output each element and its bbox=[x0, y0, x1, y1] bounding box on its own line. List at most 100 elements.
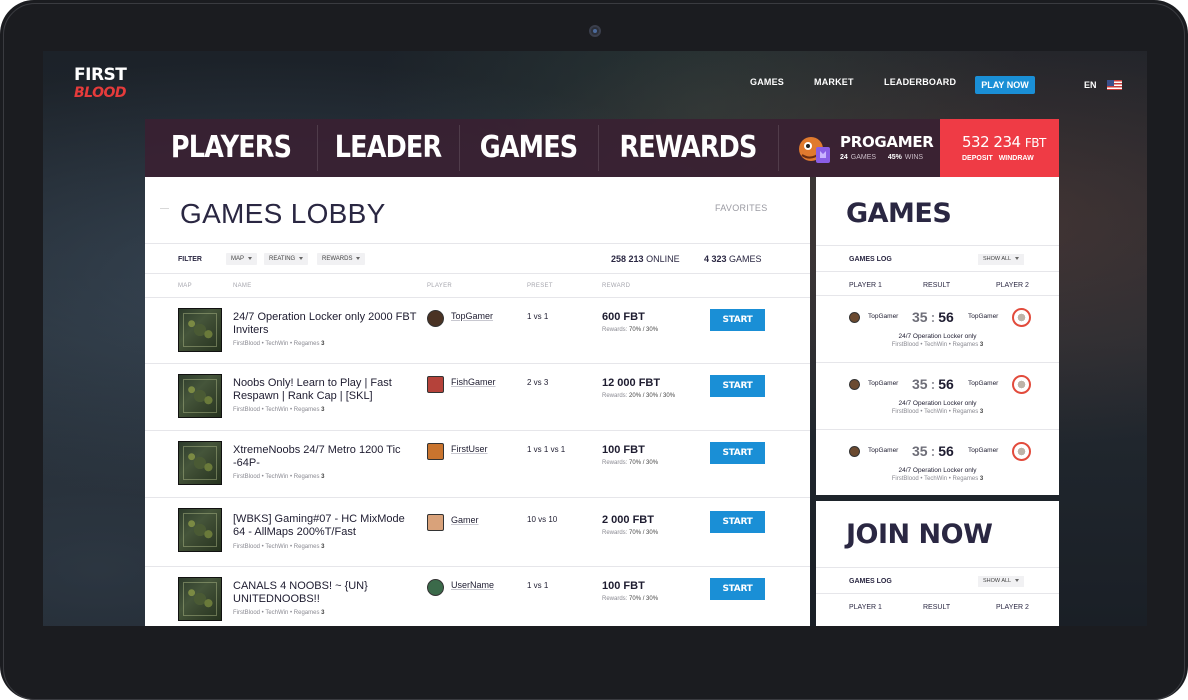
game-name[interactable]: XtremeNoobs 24/7 Metro 1200 Tic -64P- bbox=[233, 444, 418, 470]
player1-name[interactable]: TopGamer bbox=[868, 380, 898, 387]
player2-name[interactable]: TopGamer bbox=[968, 380, 998, 387]
nav-games[interactable]: GAMES bbox=[750, 77, 784, 95]
rewards-label: Rewards: bbox=[602, 460, 628, 466]
game-name[interactable]: 24/7 Operation Locker only 2000 FBT Invi… bbox=[233, 311, 418, 337]
online-count-value: 258 213 bbox=[611, 254, 644, 264]
player-name[interactable]: TopGamer bbox=[451, 311, 493, 321]
title-dash bbox=[160, 208, 169, 209]
player-name[interactable]: UserName bbox=[451, 580, 494, 590]
filter-map-label: MAP bbox=[231, 256, 245, 262]
screen: FIRST BLOOD GAMES MARKET LEADERBOARD PLA… bbox=[43, 51, 1147, 626]
regames-count: 3 bbox=[321, 474, 325, 480]
log-game-meta: FirstBlood • TechWin • Regames 3 bbox=[816, 342, 1059, 348]
withdraw-link[interactable]: WINDRAW bbox=[999, 155, 1034, 162]
filter-map-dropdown[interactable]: MAP bbox=[226, 253, 258, 265]
join-header-player1: PLAYER 1 bbox=[849, 604, 882, 611]
table-row[interactable]: [WBKS] Gaming#07 - HC MixMode 64 - AllMa… bbox=[145, 498, 810, 567]
balance-amount: 532 234 FBT bbox=[962, 133, 1046, 151]
progamer-name[interactable]: PROGAMER bbox=[840, 133, 934, 151]
game-name[interactable]: CANALS 4 NOOBS! ~ {UN} UNITEDNOOBS!! bbox=[233, 580, 418, 606]
header-player1: PLAYER 1 bbox=[849, 282, 882, 289]
game-name[interactable]: Noobs Only! Learn to Play | Fast Respawn… bbox=[233, 377, 418, 403]
tab-rewards[interactable]: REWARDS bbox=[612, 119, 765, 177]
play-now-button[interactable]: PLAY NOW bbox=[975, 76, 1035, 94]
reward-amount: 100 FBT bbox=[602, 580, 645, 592]
player-avatar bbox=[427, 376, 444, 393]
us-flag-icon[interactable] bbox=[1107, 80, 1122, 90]
start-play-button[interactable]: START PLAY bbox=[710, 375, 765, 413]
band-divider bbox=[459, 125, 460, 171]
tab-players[interactable]: PLAYERS bbox=[158, 119, 304, 177]
deposit-link[interactable]: DEPOSIT bbox=[962, 155, 993, 162]
map-thumbnail bbox=[178, 508, 222, 552]
game-name[interactable]: [WBKS] Gaming#07 - HC MixMode 64 - AllMa… bbox=[233, 513, 418, 539]
log-game-name[interactable]: 24/7 Operation Locker only bbox=[816, 400, 1059, 407]
section-band: PLAYERS LEADER GAMES REWARDS PROGAMER 24… bbox=[145, 119, 1059, 177]
join-log-label: GAMES LOG bbox=[849, 578, 892, 585]
filter-rewards-dropdown[interactable]: REWARDS bbox=[317, 253, 366, 265]
player1-name[interactable]: TopGamer bbox=[868, 313, 898, 320]
band-divider bbox=[598, 125, 599, 171]
log-regames-count: 3 bbox=[979, 476, 984, 482]
game-meta: FirstBlood • TechWin • Regames 3 bbox=[233, 474, 324, 480]
score-player1: 35 bbox=[912, 376, 928, 392]
rewards-label: Rewards: bbox=[602, 530, 628, 536]
table-row[interactable]: XtremeNoobs 24/7 Metro 1200 Tic -64P- Fi… bbox=[145, 431, 810, 498]
table-row[interactable]: CANALS 4 NOOBS! ~ {UN} UNITEDNOOBS!! Fir… bbox=[145, 567, 810, 626]
table-row[interactable]: Noobs Only! Learn to Play | Fast Respawn… bbox=[145, 364, 810, 431]
start-play-button[interactable]: START PLAY bbox=[710, 309, 765, 347]
player-name[interactable]: FirstUser bbox=[451, 444, 488, 454]
player2-name[interactable]: TopGamer bbox=[968, 313, 998, 320]
favorites-link[interactable]: FAVORITES bbox=[715, 203, 768, 213]
page-title: GAMES LOBBY bbox=[180, 198, 386, 229]
games-log-entry[interactable]: TopGamer 35:56 TopGamer 24/7 Operation L… bbox=[816, 295, 1059, 362]
online-count-label: ONLINE bbox=[646, 254, 680, 264]
nav-games-label[interactable]: GAMES bbox=[750, 77, 784, 87]
log-game-name[interactable]: 24/7 Operation Locker only bbox=[816, 467, 1059, 474]
start-play-button[interactable]: START PLAY bbox=[710, 511, 765, 549]
nav-leaderboard[interactable]: LEADERBOARD bbox=[884, 77, 956, 95]
player-name[interactable]: Gamer bbox=[451, 515, 479, 525]
firstblood-logo[interactable]: FIRST BLOOD bbox=[74, 67, 127, 111]
game-meta-text: FirstBlood • TechWin • Regames bbox=[233, 544, 320, 550]
join-now-title[interactable]: JOIN NOW bbox=[846, 519, 993, 550]
nav-market-label[interactable]: MARKET bbox=[814, 77, 854, 87]
player1-avatar bbox=[849, 446, 860, 457]
player-name[interactable]: FishGamer bbox=[451, 377, 496, 387]
game-meta: FirstBlood • TechWin • Regames 3 bbox=[233, 544, 324, 550]
language-selector[interactable]: EN bbox=[1084, 80, 1097, 90]
tab-leader[interactable]: LEADER bbox=[328, 119, 449, 177]
filter-rating-dropdown[interactable]: REATING bbox=[264, 253, 309, 265]
player1-avatar bbox=[849, 312, 860, 323]
caret-down-icon bbox=[248, 256, 253, 260]
game-meta-text: FirstBlood • TechWin • Regames bbox=[233, 610, 320, 616]
col-reward: REWARD bbox=[602, 283, 631, 289]
regames-count: 3 bbox=[321, 341, 325, 347]
player2-name[interactable]: TopGamer bbox=[968, 447, 998, 454]
games-lobby-panel: GAMES LOBBY FAVORITES FILTER MAP REATING… bbox=[145, 177, 810, 626]
show-all-dropdown[interactable]: SHOW ALL bbox=[978, 254, 1025, 265]
rewards-label: Rewards: bbox=[602, 596, 628, 602]
header-result: RESULT bbox=[923, 282, 951, 289]
nav-market[interactable]: MARKET bbox=[814, 77, 854, 95]
reward-amount: 100 FBT bbox=[602, 444, 645, 456]
caret-down-icon bbox=[1015, 257, 1020, 261]
rewards-split-value: 70% / 30% bbox=[629, 596, 659, 602]
player-avatar bbox=[427, 579, 444, 596]
player1-name[interactable]: TopGamer bbox=[868, 447, 898, 454]
tab-games[interactable]: GAMES bbox=[469, 119, 587, 177]
start-play-button[interactable]: START PLAY bbox=[710, 578, 765, 616]
games-log-entry[interactable]: TopGamer 35:56 TopGamer 24/7 Operation L… bbox=[816, 429, 1059, 496]
preset: 10 vs 10 bbox=[527, 515, 558, 524]
preset: 1 vs 1 vs 1 bbox=[527, 445, 566, 454]
caret-down-icon bbox=[1015, 579, 1020, 583]
table-row[interactable]: 24/7 Operation Locker only 2000 FBT Invi… bbox=[145, 297, 810, 364]
log-game-name[interactable]: 24/7 Operation Locker only bbox=[816, 333, 1059, 340]
progamer-avatar-icon[interactable] bbox=[796, 133, 832, 167]
games-log-entry[interactable]: TopGamer 35:56 TopGamer 24/7 Operation L… bbox=[816, 362, 1059, 429]
reward-amount: 600 FBT bbox=[602, 311, 645, 323]
regames-count: 3 bbox=[321, 544, 325, 550]
start-play-button[interactable]: START PLAY bbox=[710, 442, 765, 480]
join-show-all-dropdown[interactable]: SHOW ALL bbox=[978, 576, 1025, 587]
nav-leaderboard-label[interactable]: LEADERBOARD bbox=[884, 77, 956, 87]
